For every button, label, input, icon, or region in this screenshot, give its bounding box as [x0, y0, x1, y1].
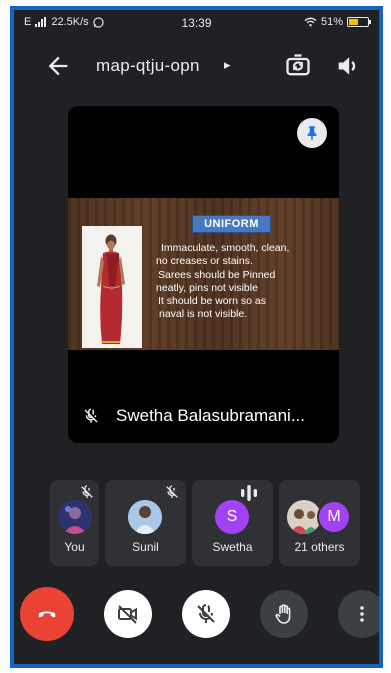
- mic-off-icon: [166, 485, 178, 498]
- profile-photo: [128, 500, 162, 534]
- meeting-code[interactable]: map-qtju-opn: [96, 56, 200, 76]
- profile-photo: [287, 500, 321, 534]
- slide-body: Immaculate, smooth, clean, no creases or…: [156, 242, 336, 322]
- call-header: map-qtju-opn ▸: [14, 44, 379, 88]
- presenter-tile[interactable]: UNIFORM Immaculate, smooth, clean, no cr…: [68, 106, 339, 443]
- meeting-details-caret[interactable]: ▸: [224, 57, 231, 73]
- pin-icon: [307, 126, 317, 140]
- participant-tile-swetha[interactable]: S Swetha: [192, 480, 273, 566]
- avatar-other-participant: [287, 500, 321, 534]
- mic-off-icon: [81, 485, 93, 498]
- participant-tile-sunil[interactable]: Sunil: [105, 480, 186, 566]
- shared-slide: UNIFORM Immaculate, smooth, clean, no cr…: [68, 198, 339, 350]
- mic-toggle-button[interactable]: [182, 590, 230, 638]
- battery-percent: 51%: [320, 16, 343, 28]
- more-options-button[interactable]: [338, 590, 379, 638]
- avatar-sunil: [128, 500, 162, 534]
- meet-call-screen: E 22.5K/s 13:39 51% map-qtju-opn ▸ UNIFO…: [10, 6, 383, 668]
- slide-line: naval is not visible.: [159, 308, 248, 321]
- avatar-others: M: [317, 500, 351, 534]
- slide-line: Immaculate, smooth, clean,: [161, 242, 290, 254]
- switch-camera-icon[interactable]: [284, 52, 312, 80]
- uniform-photo: [82, 226, 142, 348]
- pin-button[interactable]: [297, 118, 327, 148]
- end-call-button[interactable]: [20, 587, 74, 641]
- battery-level: [349, 19, 359, 25]
- slide-heading: UNIFORM: [192, 215, 271, 233]
- status-bar: E 22.5K/s 13:39 51%: [14, 10, 379, 36]
- camera-toggle-button[interactable]: [104, 590, 152, 638]
- slide-line: It should be worn so as: [158, 295, 266, 308]
- avatar-you: [58, 500, 92, 534]
- slide-line: no creases or stains.: [156, 255, 253, 268]
- speaking-indicator-icon: [241, 485, 257, 501]
- participant-name: Swetha: [212, 540, 253, 554]
- participant-tile-you[interactable]: You: [50, 480, 99, 566]
- participant-tile-others[interactable]: M 21 others: [279, 480, 360, 566]
- slide-line: neatly, pins not visible: [156, 281, 258, 294]
- participant-name: You: [64, 540, 85, 554]
- more-vert-icon: [360, 606, 364, 622]
- battery-icon: [347, 17, 371, 27]
- hang-up-icon: [38, 611, 56, 618]
- profile-photo: [58, 500, 92, 534]
- participant-name: 21 others: [294, 540, 345, 554]
- woman-in-saree-image: [82, 226, 142, 348]
- raise-hand-button[interactable]: [260, 590, 308, 638]
- mic-off-icon: [197, 604, 215, 623]
- slide-line: Sarees should be Pinned: [158, 268, 276, 281]
- mic-off-icon: [84, 408, 98, 423]
- camera-off-icon: [118, 605, 137, 624]
- call-controls: [14, 586, 379, 642]
- hand-icon: [275, 604, 291, 624]
- back-arrow-icon[interactable]: [44, 52, 72, 80]
- avatar-swetha: S: [215, 500, 249, 534]
- presenter-name: Swetha Balasubramani...: [116, 406, 305, 425]
- wifi-icon: [304, 17, 317, 27]
- speaker-icon[interactable]: [334, 52, 362, 80]
- participant-name: Sunil: [132, 540, 159, 554]
- participant-strip: You Sunil S Swetha M 21 others: [50, 480, 360, 566]
